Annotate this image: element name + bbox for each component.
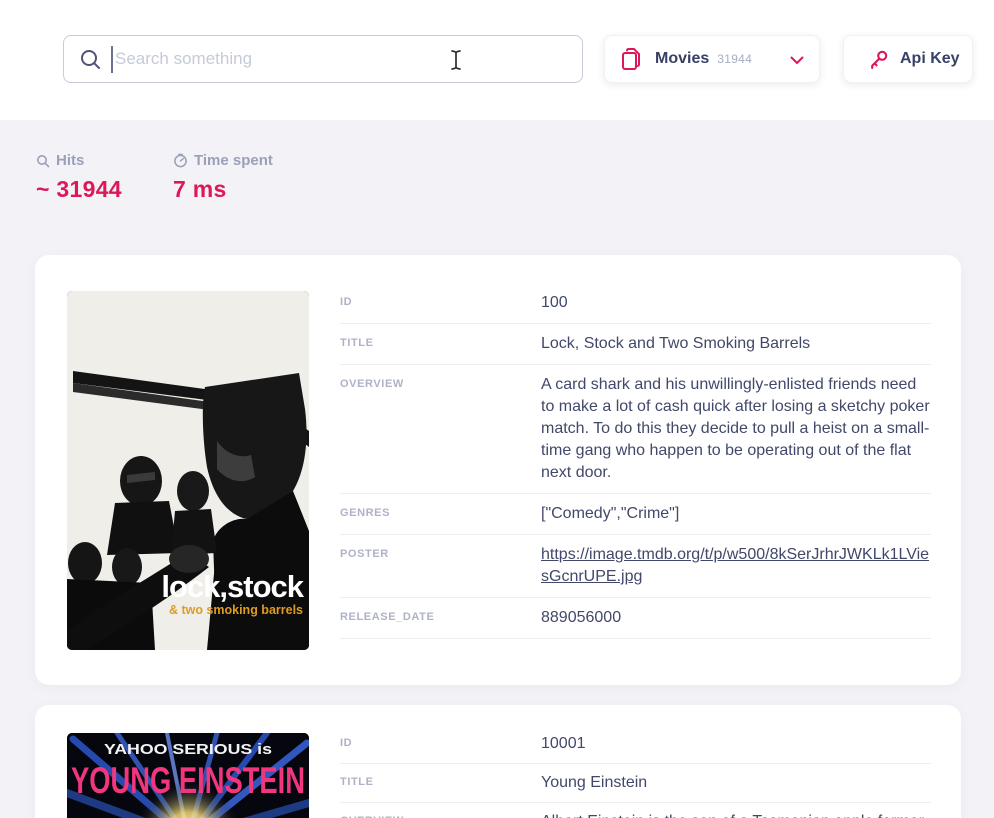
- index-selector-dropdown[interactable]: Movies 31944: [604, 35, 820, 83]
- movie-poster-image: YAHOO SERIOUS is YOUNG EINSTEIN: [67, 733, 309, 818]
- text-cursor-ibeam-icon: [449, 49, 463, 71]
- field-row-id: ID 10001: [340, 725, 931, 764]
- field-label: ID: [340, 292, 541, 314]
- field-value: 100: [541, 292, 931, 314]
- poster-url-link[interactable]: https://image.tmdb.org/t/p/w500/8kSerJrh…: [541, 546, 929, 585]
- search-icon: [36, 154, 50, 168]
- search-input[interactable]: [115, 37, 575, 81]
- key-icon: [868, 49, 889, 70]
- index-doc-count: 31944: [717, 52, 752, 66]
- field-row-title: TITLE Lock, Stock and Two Smoking Barrel…: [340, 324, 931, 365]
- poster-title-text: YOUNG EINSTEIN: [71, 760, 305, 801]
- time-spent-value: 7 ms: [173, 176, 273, 203]
- poster-top-text: YAHOO SERIOUS is: [104, 741, 272, 758]
- field-row-id: ID 100: [340, 283, 931, 324]
- field-label: ID: [340, 733, 541, 755]
- field-row-genres: GENRES ["Comedy","Crime"]: [340, 494, 931, 535]
- movie-poster-image: lock,stock & two smoking barrels: [67, 291, 309, 650]
- field-label: TITLE: [340, 333, 541, 355]
- field-label: TITLE: [340, 772, 541, 794]
- chevron-down-icon: [790, 56, 804, 65]
- api-key-label: Api Key: [900, 50, 960, 68]
- document-fields: ID 10001 TITLE Young Einstein OVERVIEW A…: [340, 725, 931, 818]
- field-value: Lock, Stock and Two Smoking Barrels: [541, 333, 931, 355]
- field-value: Young Einstein: [541, 772, 931, 794]
- result-card-young-einstein: YAHOO SERIOUS is YOUNG EINSTEIN ID 10001…: [35, 705, 961, 818]
- field-row-poster: POSTER https://image.tmdb.org/t/p/w500/8…: [340, 535, 931, 598]
- field-label: RELEASE_DATE: [340, 607, 541, 629]
- header: Movies 31944 Api Key: [0, 0, 994, 120]
- api-key-button[interactable]: Api Key: [843, 35, 973, 83]
- stopwatch-icon: [173, 153, 188, 168]
- field-label: GENRES: [340, 503, 541, 525]
- time-spent-label: Time spent: [194, 152, 273, 169]
- result-card-lock-stock: lock,stock & two smoking barrels ID 100 …: [35, 255, 961, 685]
- index-name: Movies: [655, 50, 709, 68]
- document-fields: ID 100 TITLE Lock, Stock and Two Smoking…: [340, 283, 931, 639]
- field-value: ["Comedy","Crime"]: [541, 503, 931, 525]
- field-row-overview: OVERVIEW Albert Einstein is the son of a…: [340, 803, 931, 818]
- text-caret: [111, 46, 113, 73]
- field-label: OVERVIEW: [340, 374, 541, 484]
- hits-value: ~ 31944: [36, 176, 122, 203]
- search-icon: [79, 48, 103, 72]
- documents-icon: [620, 47, 642, 71]
- hits-label: Hits: [56, 152, 84, 169]
- field-value: Albert Einstein is the son of a Tasmania…: [541, 811, 931, 818]
- field-label: OVERVIEW: [340, 811, 541, 818]
- time-spent-stat: Time spent 7 ms: [173, 152, 273, 203]
- field-value: 889056000: [541, 607, 931, 629]
- field-value: 10001: [541, 733, 931, 755]
- field-label: POSTER: [340, 544, 541, 588]
- poster-title-text: lock,stock: [161, 569, 304, 604]
- field-row-overview: OVERVIEW A card shark and his unwillingl…: [340, 365, 931, 494]
- hits-stat: Hits ~ 31944: [36, 152, 122, 203]
- field-row-release-date: RELEASE_DATE 889056000: [340, 598, 931, 639]
- poster-subtitle-text: & two smoking barrels: [169, 603, 303, 617]
- field-row-title: TITLE Young Einstein: [340, 764, 931, 803]
- field-value: A card shark and his unwillingly-enliste…: [541, 374, 931, 484]
- search-box[interactable]: [63, 35, 583, 83]
